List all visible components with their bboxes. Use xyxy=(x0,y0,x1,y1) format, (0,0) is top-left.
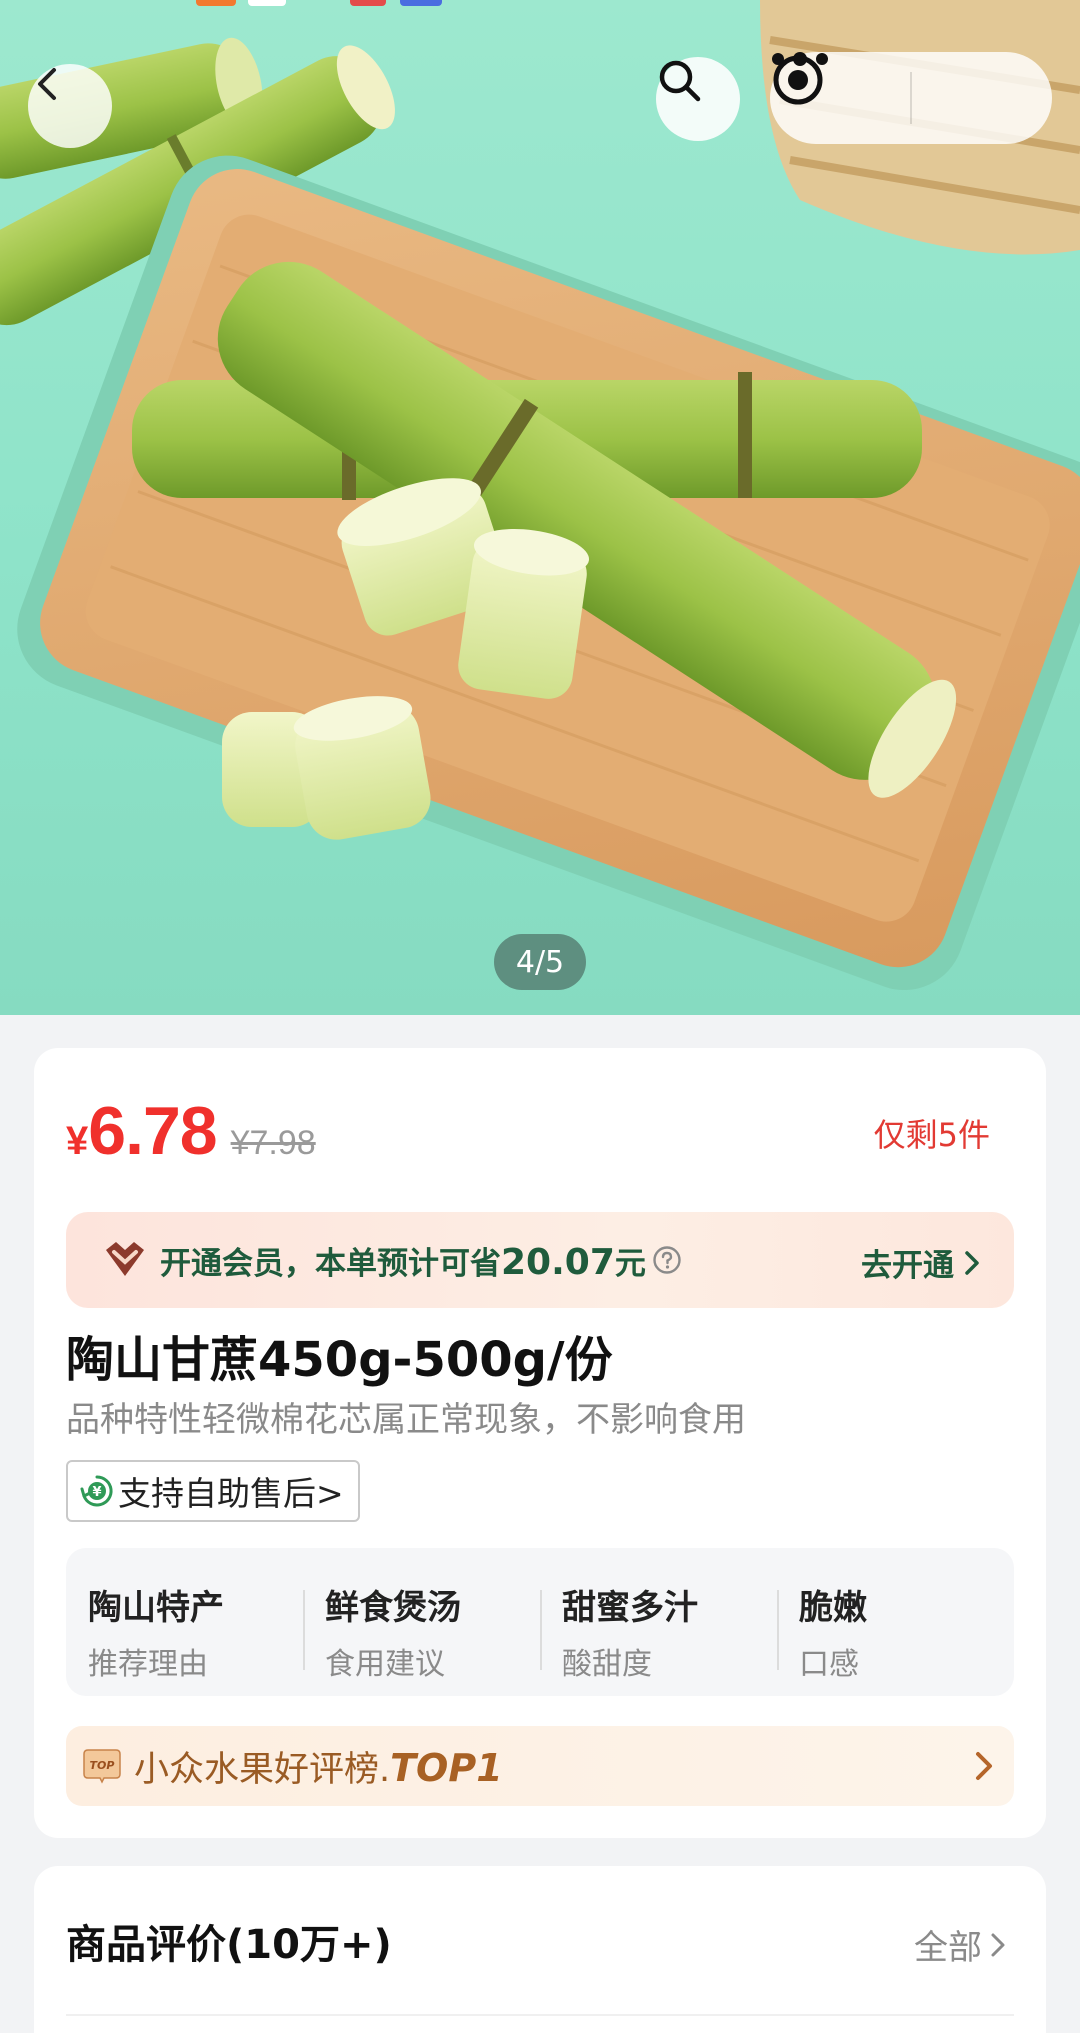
product-image-gallery[interactable]: 4/5 xyxy=(0,0,1080,1015)
ranking-text: 小众水果好评榜.TOP1 xyxy=(134,1741,503,1792)
miniapp-capsule xyxy=(770,52,1052,144)
top-badge-text: TOP xyxy=(90,1759,115,1772)
membership-prefix: 开通会员，本单预计可省 xyxy=(160,1245,501,1282)
attribute-label: 口感 xyxy=(799,1647,859,1682)
membership-text: 开通会员，本单预计可省20.07元 xyxy=(160,1238,646,1283)
attribute-label: 酸甜度 xyxy=(562,1647,652,1682)
current-price: 6.78 xyxy=(88,1093,217,1169)
view-all-reviews-button[interactable]: 全部 xyxy=(914,1920,1006,1969)
attribute-item: 甜蜜多汁 酸甜度 xyxy=(540,1572,777,1682)
original-price: ¥7.98 xyxy=(230,1124,316,1162)
attribute-label: 推荐理由 xyxy=(88,1647,208,1682)
product-title: 陶山甘蔗450g-500g/份 xyxy=(66,1332,613,1388)
membership-unit: 元 xyxy=(614,1245,646,1282)
product-subtitle: 品种特性轻微棉花芯属正常现象，不影响食用 xyxy=(66,1400,746,1440)
sugarcane-photo xyxy=(0,0,1080,991)
chevron-left-icon xyxy=(38,68,56,100)
reviews-card: 商品评价(10万+) 全部 xyxy=(34,1866,1046,2033)
membership-saving: 20.07 xyxy=(501,1241,615,1283)
activate-membership-label: 去开通 xyxy=(861,1248,954,1284)
aftersale-label: 支持自助售后> xyxy=(118,1474,344,1513)
product-attributes: 陶山特产 推荐理由 鲜食煲汤 食用建议 甜蜜多汁 酸甜度 脆嫩 口感 xyxy=(66,1548,1014,1696)
self-service-aftersale-tag[interactable]: ¥ 支持自助售后> xyxy=(66,1460,360,1522)
attribute-label: 食用建议 xyxy=(325,1647,445,1682)
close-miniapp-button[interactable] xyxy=(773,52,1052,144)
target-icon xyxy=(773,55,823,105)
ranking-banner[interactable]: TOP 小众水果好评榜.TOP1 xyxy=(66,1726,1014,1806)
attribute-value: 脆嫩 xyxy=(799,1588,867,1628)
attribute-value: 鲜食煲汤 xyxy=(325,1588,461,1628)
back-button[interactable] xyxy=(28,64,112,148)
search-icon xyxy=(659,60,701,102)
price-row: ¥ 6.78 ¥7.98 xyxy=(66,1092,316,1170)
attribute-item: 脆嫩 口感 xyxy=(777,1572,1014,1682)
search-button[interactable] xyxy=(656,57,740,141)
reviews-title: 商品评价(10万+) xyxy=(66,1922,392,1968)
refund-yen-icon: ¥ xyxy=(80,1475,113,1507)
stock-notice: 仅剩5件 xyxy=(873,1116,990,1154)
activate-membership-button[interactable]: 去开通 xyxy=(861,1240,980,1285)
heart-badge-icon xyxy=(106,1242,144,1276)
attribute-item: 鲜食煲汤 食用建议 xyxy=(303,1572,540,1682)
product-info-card: ¥ 6.78 ¥7.98 仅剩5件 开通会员，本单预计可省20.07元 去开通 … xyxy=(34,1048,1046,1838)
attribute-value: 甜蜜多汁 xyxy=(562,1588,698,1628)
status-bar xyxy=(0,0,1080,14)
gallery-page-indicator: 4/5 xyxy=(494,934,586,990)
question-icon[interactable] xyxy=(652,1245,682,1275)
membership-banner[interactable]: 开通会员，本单预计可省20.07元 去开通 xyxy=(66,1212,1014,1308)
price-currency: ¥ xyxy=(66,1119,89,1163)
chevron-right-icon xyxy=(976,1752,992,1780)
chevron-right-icon xyxy=(965,1250,979,1275)
attribute-value: 陶山特产 xyxy=(88,1588,224,1628)
ranking-position: TOP1 xyxy=(390,1745,503,1790)
chevron-right-icon xyxy=(991,1933,1005,1956)
attribute-item: 陶山特产 推荐理由 xyxy=(66,1572,303,1682)
ranking-name: 小众水果好评榜. xyxy=(134,1749,391,1790)
svg-text:¥: ¥ xyxy=(92,1485,101,1500)
view-all-label: 全部 xyxy=(914,1928,982,1968)
top-badge-icon: TOP xyxy=(83,1749,121,1784)
divider xyxy=(66,2014,1014,2016)
